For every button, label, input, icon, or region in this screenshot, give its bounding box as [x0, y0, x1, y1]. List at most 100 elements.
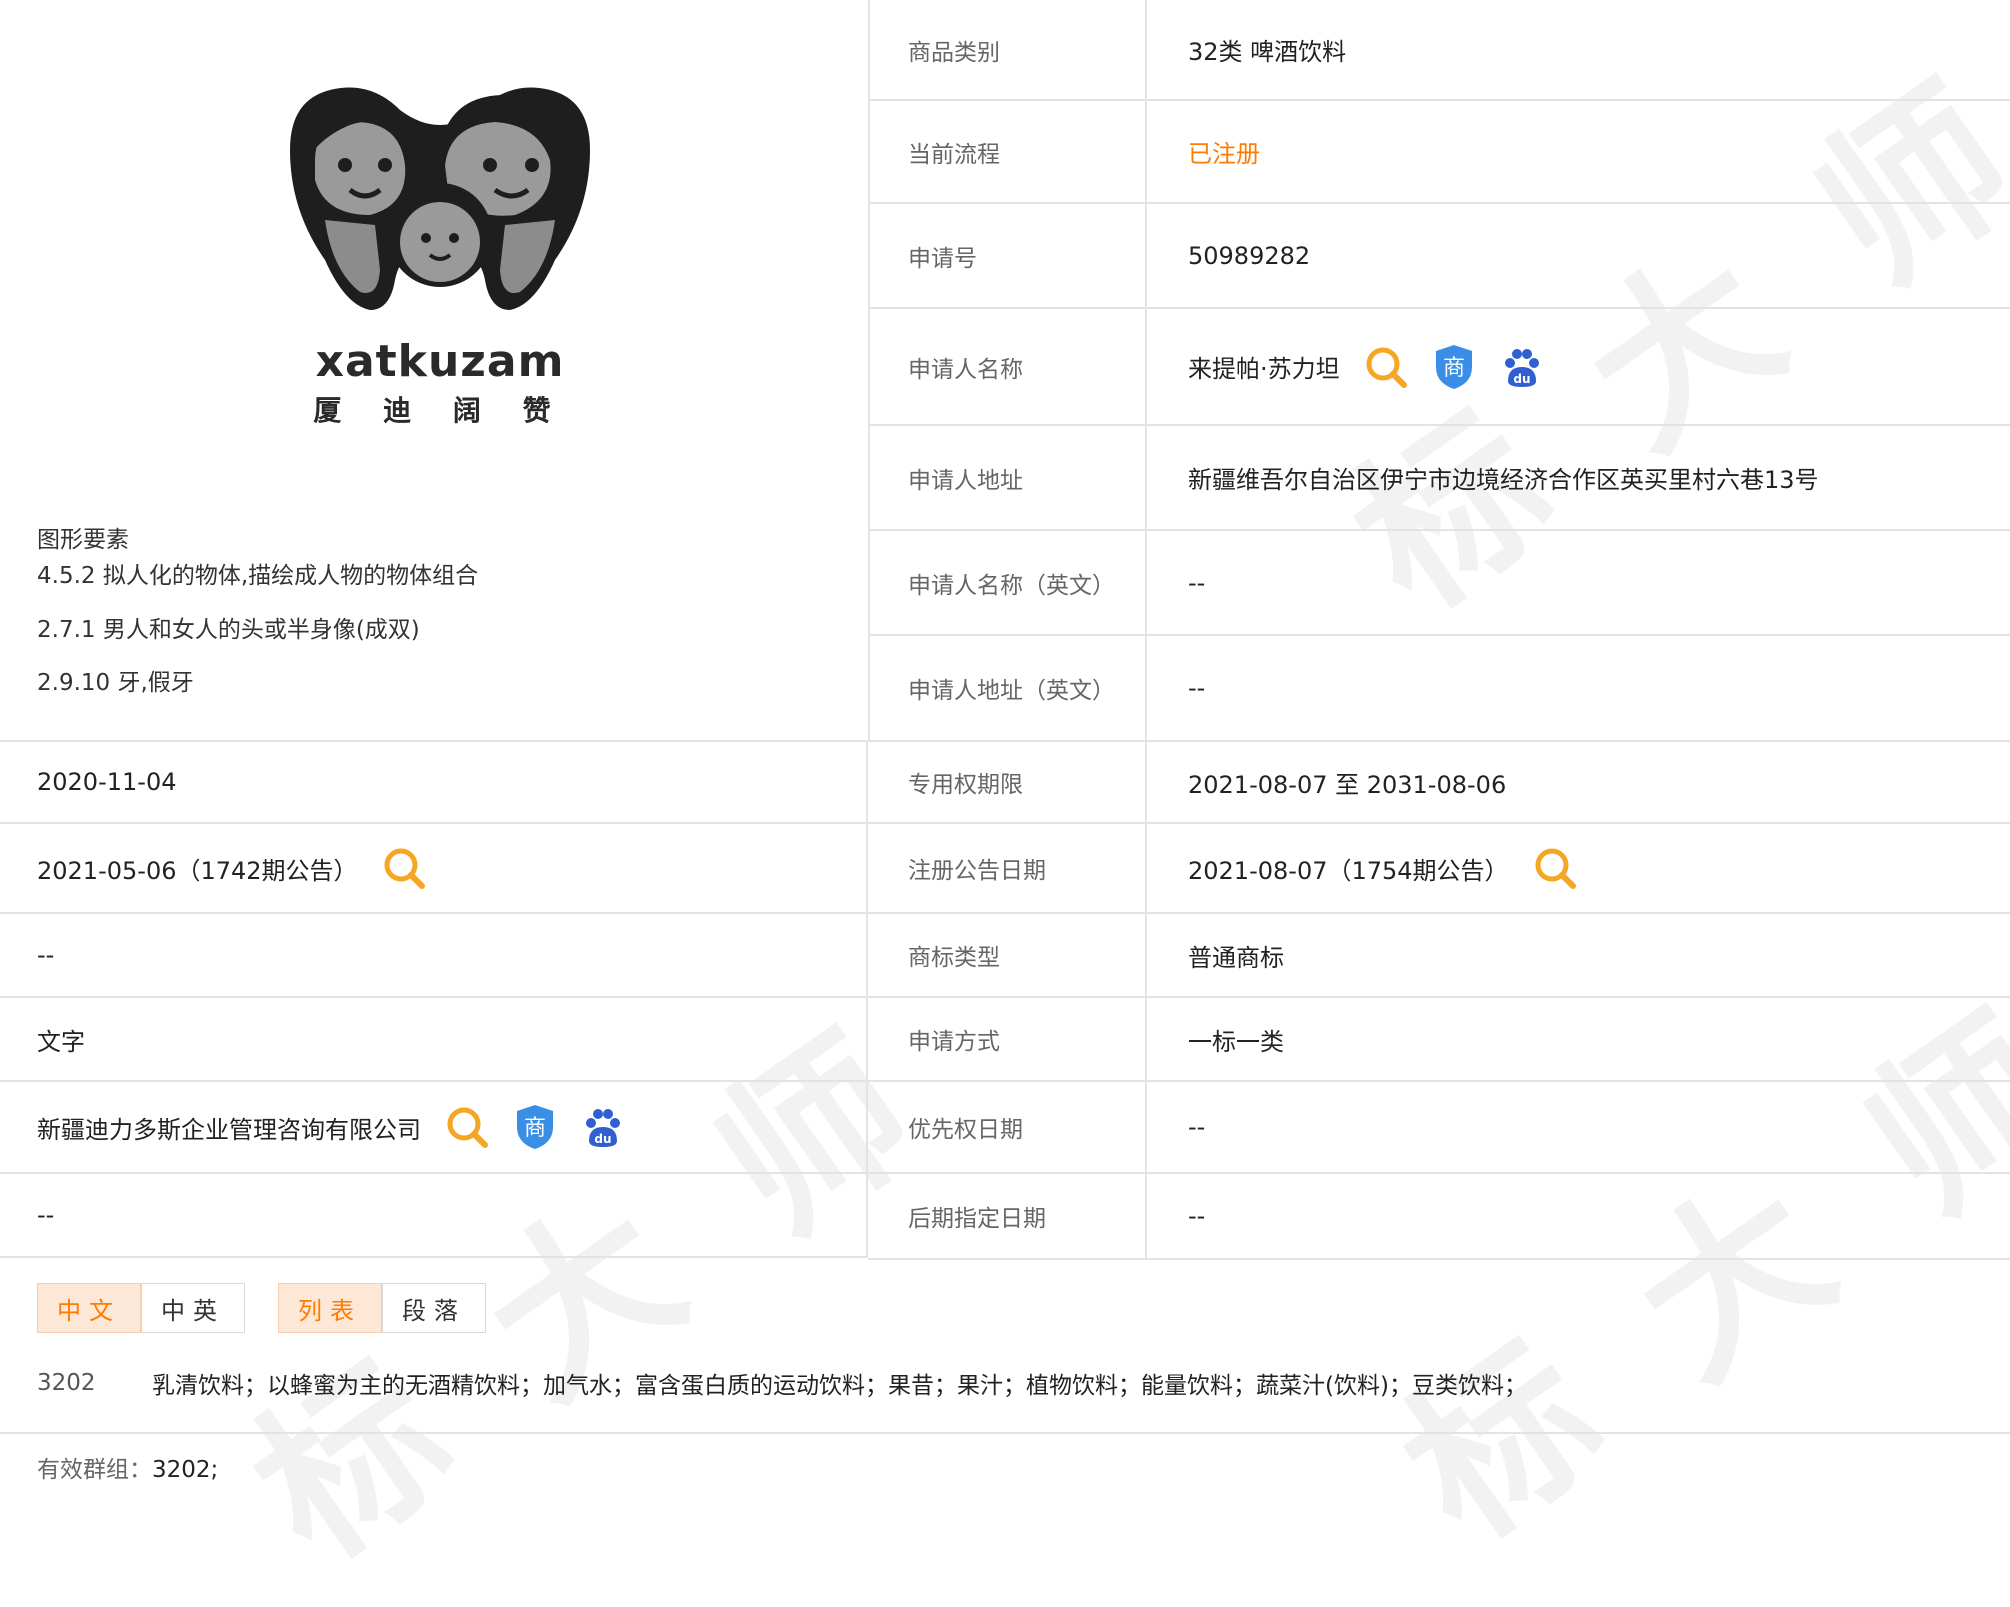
- shield-char: 商: [524, 1116, 546, 1141]
- row-label: 注册公告日期: [908, 858, 1046, 884]
- valid-group-value: 3202;: [152, 1457, 219, 1483]
- column-divider: [1145, 1082, 1147, 1172]
- row-label: 商品类别: [908, 39, 1000, 66]
- row-label: 优先权日期: [908, 1117, 1023, 1143]
- tab-paragraph[interactable]: 段落: [382, 1283, 486, 1333]
- row-value: 2021-08-07（1754期公告）: [1188, 824, 1577, 912]
- row-value: --: [1188, 674, 1206, 702]
- status-value[interactable]: 已注册: [1188, 101, 1260, 202]
- goods-list-row: 3202 乳清饮料；以蜂蜜为主的无酒精饮料；加气水；富含蛋白质的运动饮料；果昔；…: [0, 1352, 2010, 1434]
- row-value: 2021-05-06（1742期公告）: [37, 824, 426, 912]
- row-value: 一标一类: [1188, 1027, 1284, 1056]
- paw-text: du: [594, 1132, 611, 1146]
- row-applicant-address-en: 申请人地址（英文） --: [868, 636, 2010, 742]
- left-row: --: [0, 1174, 868, 1258]
- row-value: 32类 啤酒饮料: [1188, 38, 1347, 66]
- valid-group-label: 有效群组：: [37, 1457, 152, 1483]
- row-label: 申请人名称: [908, 356, 1023, 383]
- row-label: 申请人名称（英文）: [908, 572, 1115, 599]
- left-row: 2020-11-04: [0, 740, 868, 824]
- row-applicant-address: 申请人地址 新疆维吾尔自治区伊宁市边境经济合作区英买里村六巷13号: [868, 426, 2010, 531]
- column-divider: [1145, 0, 1147, 99]
- announcement-text: 2021-08-07（1754期公告）: [1188, 856, 1509, 885]
- row-exclusive-period: 专用权期限 2021-08-07 至 2031-08-06: [868, 742, 2010, 824]
- column-divider: [1145, 426, 1147, 529]
- column-divider: [1145, 309, 1147, 424]
- column-divider: [1145, 531, 1147, 634]
- tab-list[interactable]: 列表: [278, 1283, 382, 1333]
- logo-cjk-text: 厦 迪 阔 赞: [313, 394, 567, 427]
- row-label: 申请号: [908, 245, 977, 272]
- column-divider: [1145, 636, 1147, 740]
- baidu-paw-icon[interactable]: du: [581, 1105, 625, 1149]
- row-registration-announcement: 注册公告日期 2021-08-07（1754期公告）: [868, 824, 2010, 914]
- shield-char: 商: [1443, 356, 1465, 381]
- row-value: 来提帕·苏力坦 商 du: [1188, 309, 1544, 424]
- column-divider: [1145, 1174, 1147, 1258]
- baidu-paw-icon[interactable]: du: [1500, 345, 1544, 389]
- shang-shield-icon[interactable]: 商: [513, 1103, 557, 1151]
- row-value: --: [37, 941, 55, 969]
- row-application-method: 申请方式 一标一类: [868, 998, 2010, 1082]
- valid-group-row: 有效群组：3202;: [37, 1450, 218, 1484]
- search-icon[interactable]: [1533, 846, 1577, 890]
- row-value: 新疆维吾尔自治区伊宁市边境经济合作区英买里村六巷13号: [1188, 466, 1819, 494]
- row-trademark-type: 商标类型 普通商标: [868, 914, 2010, 998]
- left-row: --: [0, 914, 868, 998]
- row-later-designation-date: 后期指定日期 --: [868, 1174, 2010, 1260]
- column-divider: [1145, 101, 1147, 202]
- row-label: 申请人地址（英文）: [908, 678, 1115, 704]
- row-value: 2021-08-07 至 2031-08-06: [1188, 770, 1507, 799]
- logo-latin-text: xatkuzam: [315, 336, 565, 387]
- row-label: 申请方式: [908, 1029, 1000, 1055]
- announcement-text: 2021-05-06（1742期公告）: [37, 856, 358, 885]
- row-priority-date: 优先权日期 --: [868, 1082, 2010, 1174]
- row-applicant-name-en: 申请人名称（英文） --: [868, 531, 2010, 636]
- trademark-detail-page: xatkuzam 厦 迪 阔 赞 图形要素 4.5.2 拟人化的物体,描绘成人物…: [0, 0, 2010, 1502]
- row-application-number: 申请号 50989282: [868, 204, 2010, 309]
- goods-group-code: 3202: [37, 1370, 96, 1396]
- column-divider: [1145, 824, 1147, 912]
- paw-text: du: [1513, 372, 1530, 386]
- column-divider: [1145, 204, 1147, 307]
- row-value: --: [1188, 1202, 1206, 1230]
- search-icon[interactable]: [382, 846, 426, 890]
- row-value: 普通商标: [1188, 943, 1284, 972]
- row-value: --: [1188, 568, 1206, 597]
- figure-element-item: 2.7.1 男人和女人的头或半身像(成双): [37, 617, 420, 643]
- row-value: 文字: [37, 1027, 85, 1056]
- figure-element-item: 4.5.2 拟人化的物体,描绘成人物的物体组合: [37, 563, 479, 589]
- row-current-status: 当前流程 已注册: [868, 101, 2010, 204]
- tooth-family-logo-graphic: [290, 87, 590, 310]
- shang-shield-icon[interactable]: 商: [1432, 343, 1476, 391]
- figure-element-item: 2.9.10 牙,假牙: [37, 670, 194, 696]
- left-row: 文字: [0, 998, 868, 1082]
- language-tab-group: 中文 中英: [37, 1283, 245, 1335]
- trademark-logo: xatkuzam 厦 迪 阔 赞: [270, 70, 610, 460]
- column-divider: [1145, 742, 1147, 822]
- column-divider: [1145, 998, 1147, 1080]
- left-row: 2021-05-06（1742期公告）: [0, 824, 868, 914]
- row-value: 新疆迪力多斯企业管理咨询有限公司 商 du: [37, 1082, 625, 1172]
- row-goods-class: 商品类别 32类 啤酒饮料: [868, 0, 2010, 101]
- row-label: 后期指定日期: [908, 1206, 1046, 1232]
- left-row: 新疆迪力多斯企业管理咨询有限公司 商 du: [0, 1082, 868, 1174]
- agency-name-text: 新疆迪力多斯企业管理咨询有限公司: [37, 1115, 421, 1144]
- goods-items-text: 乳清饮料；以蜂蜜为主的无酒精饮料；加气水；富含蛋白质的运动饮料；果昔；果汁；植物…: [152, 1373, 1527, 1399]
- column-divider: [1145, 914, 1147, 996]
- row-value: 50989282: [1188, 241, 1311, 270]
- row-value: --: [1188, 1113, 1206, 1141]
- search-icon[interactable]: [445, 1105, 489, 1149]
- row-value: 2020-11-04: [37, 768, 177, 796]
- row-label: 专用权期限: [908, 772, 1023, 798]
- row-label: 商标类型: [908, 945, 1000, 971]
- figure-elements-title: 图形要素: [37, 527, 129, 553]
- row-label: 当前流程: [908, 141, 1000, 168]
- row-value: --: [37, 1201, 55, 1229]
- search-icon[interactable]: [1364, 345, 1408, 389]
- view-tab-group: 列表 段落: [278, 1283, 486, 1335]
- tab-chinese-english[interactable]: 中英: [141, 1283, 245, 1333]
- row-label: 申请人地址: [908, 467, 1023, 494]
- tab-chinese[interactable]: 中文: [37, 1283, 141, 1333]
- row-applicant-name: 申请人名称 来提帕·苏力坦 商 du: [868, 309, 2010, 426]
